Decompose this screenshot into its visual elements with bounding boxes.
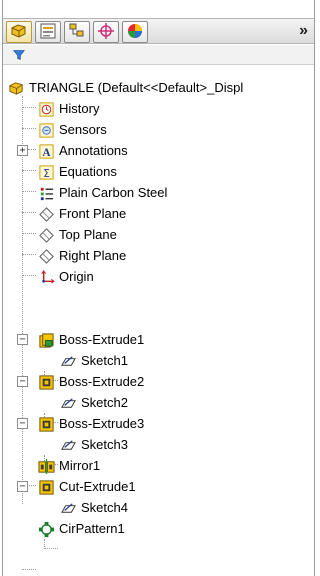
mirror-icon <box>37 457 55 475</box>
tree-guide-line <box>44 548 58 549</box>
tree-item-equations[interactable]: Σ Equations <box>37 161 117 183</box>
annotations-icon: A <box>37 142 55 160</box>
svg-text:Σ: Σ <box>43 167 50 179</box>
propertymanager-tab[interactable] <box>35 21 61 43</box>
plane-icon <box>37 205 55 223</box>
tree-guide-line <box>22 170 36 171</box>
tree-guide-line <box>22 107 36 108</box>
collapse-cut-extrude1-button[interactable]: − <box>17 481 28 492</box>
sketch-icon <box>59 499 77 517</box>
tree-item-sketch1[interactable]: Sketch1 <box>59 350 128 372</box>
tree-item-boss-extrude1[interactable]: Boss-Extrude1 <box>37 329 144 351</box>
tree-item-history[interactable]: History <box>37 98 99 120</box>
configurationmanager-icon <box>68 22 86 43</box>
more-tabs-button[interactable]: » <box>299 22 308 40</box>
tree-item-sketch4[interactable]: Sketch4 <box>59 497 128 519</box>
sketch-icon <box>59 352 77 370</box>
collapse-boss-extrude1-button[interactable]: − <box>17 334 28 345</box>
tree-guide-line <box>22 569 36 570</box>
boss-extrude-icon <box>37 331 55 349</box>
tree-guide-line <box>22 233 36 234</box>
tree-item-sensors[interactable]: Sensors <box>37 119 107 141</box>
tree-root[interactable]: TRIANGLE (Default<<Default>_Displ <box>7 77 243 99</box>
sketch-icon <box>59 394 77 412</box>
display-manager-tab[interactable] <box>122 21 148 43</box>
tree-guide-line <box>22 128 36 129</box>
filter-icon[interactable] <box>11 47 27 63</box>
boss-extrude-icon <box>37 373 55 391</box>
filter-bar <box>3 45 314 65</box>
tree-guide-line <box>44 539 45 547</box>
circular-pattern-icon <box>37 520 55 538</box>
tree-item-cirpattern1[interactable]: CirPattern1 <box>37 518 125 540</box>
expand-annotations-button[interactable]: + <box>17 145 28 156</box>
plane-icon <box>37 247 55 265</box>
collapse-boss-extrude2-button[interactable]: − <box>17 376 28 387</box>
origin-icon <box>37 268 55 286</box>
tree-guide-line <box>22 212 36 213</box>
part-icon <box>7 79 25 97</box>
tree-item-sketch3[interactable]: Sketch3 <box>59 434 128 456</box>
tree-item-right-plane[interactable]: Right Plane <box>37 245 126 267</box>
history-icon <box>37 100 55 118</box>
plane-icon <box>37 226 55 244</box>
propertymanager-icon <box>39 22 57 43</box>
tree-item-annotations[interactable]: A Annotations <box>37 140 128 162</box>
tree-item-sketch2[interactable]: Sketch2 <box>59 392 128 414</box>
tree-item-boss-extrude3[interactable]: Boss-Extrude3 <box>37 413 144 435</box>
featuremanager-icon <box>10 22 28 43</box>
boss-extrude-icon <box>37 415 55 433</box>
material-icon <box>37 184 55 202</box>
cut-extrude-icon <box>37 478 55 496</box>
dimxpert-icon <box>97 22 115 43</box>
tree-item-cut-extrude1[interactable]: Cut-Extrude1 <box>37 476 136 498</box>
display-manager-icon <box>126 22 144 43</box>
tree-item-front-plane[interactable]: Front Plane <box>37 203 126 225</box>
tree-guide-line <box>22 191 36 192</box>
tree-guide-line <box>22 275 36 276</box>
equations-icon: Σ <box>37 163 55 181</box>
tree-item-mirror1[interactable]: Mirror1 <box>37 455 100 477</box>
tree-item-boss-extrude2[interactable]: Boss-Extrude2 <box>37 371 144 393</box>
featuremanager-tab[interactable] <box>6 21 32 43</box>
tree-root-label: TRIANGLE (Default<<Default>_Displ <box>29 80 244 95</box>
collapse-boss-extrude3-button[interactable]: − <box>17 418 28 429</box>
svg-text:A: A <box>42 146 51 158</box>
tree-item-top-plane[interactable]: Top Plane <box>37 224 117 246</box>
configurationmanager-tab[interactable] <box>64 21 90 43</box>
tree-item-origin[interactable]: Origin <box>37 266 94 288</box>
tree-guide-line <box>28 149 36 150</box>
panel-tab-bar: » <box>3 18 314 44</box>
tree-guide-line <box>22 96 23 504</box>
tree-guide-line <box>22 254 36 255</box>
tree-item-material[interactable]: Plain Carbon Steel <box>37 182 167 204</box>
featuremanager-panel: » TRIANGLE (Default<<Default>_Displ Hist… <box>2 0 315 576</box>
dimxpert-tab[interactable] <box>93 21 119 43</box>
sketch-icon <box>59 436 77 454</box>
sensors-icon <box>37 121 55 139</box>
